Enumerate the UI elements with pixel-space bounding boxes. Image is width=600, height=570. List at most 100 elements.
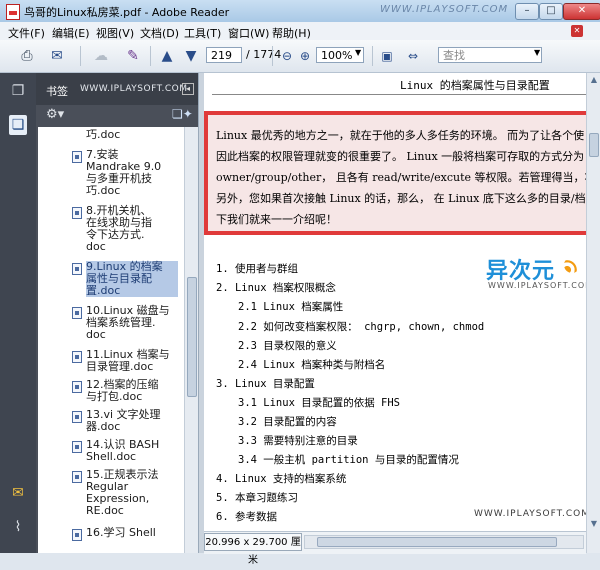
page-icon: [72, 151, 82, 163]
toolbar-separator: [150, 46, 151, 66]
page-icon: [72, 471, 82, 483]
toc-item: 3.2 目录配置的内容: [238, 416, 337, 428]
page-icon: [72, 529, 82, 541]
intro-callout: Linux 最优秀的地方之一，就在于他的多人多任务的环境。 而为了让各个使 因此…: [204, 111, 586, 235]
signal-icon: [564, 257, 580, 273]
search-input[interactable]: 查找: [438, 47, 542, 63]
pages-icon[interactable]: ❐: [9, 81, 27, 101]
fit-width-icon[interactable]: ⇔: [402, 45, 424, 67]
toc-item: 4. Linux 支持的档案系统: [216, 473, 347, 485]
page-icon: [72, 207, 82, 219]
toc-item: 3.4 一般主机 partition 与目录的配置情况: [238, 454, 459, 466]
menu-window[interactable]: 窗口(W): [228, 25, 269, 41]
bookmarks-icon[interactable]: ❏: [9, 115, 27, 135]
menu-help[interactable]: 帮助(H): [272, 25, 311, 41]
menu-tools[interactable]: 工具(T): [184, 25, 221, 41]
bookmark-label: 7.安装 Mandrake 9.0 与多重开机技 巧.doc: [86, 148, 162, 197]
search-dropdown-icon[interactable]: ▼: [534, 48, 540, 57]
email-icon[interactable]: ✉: [46, 45, 68, 67]
toc-item: 6. 参考数据: [216, 511, 277, 523]
bookmark-label: 12.档案的压缩 与打包.doc: [86, 378, 159, 403]
toolbar-separator: [272, 46, 273, 66]
sign-icon[interactable]: ✎: [122, 45, 144, 67]
new-bookmark-icon[interactable]: ❏✦: [172, 107, 193, 121]
toc-item: 5. 本章习题练习: [216, 492, 298, 504]
page-icon: [72, 381, 82, 393]
logo-url: WWW.IPLAYSOFT.COM: [488, 281, 586, 290]
bookmark-label: 8.开机关机、 在线求助与指 令下达方式. doc: [86, 204, 152, 253]
callout-line: 下我们就来一一介绍呢！: [216, 213, 337, 226]
previous-page-icon[interactable]: ▲: [156, 45, 178, 67]
window-title: 鸟哥的Linux私房菜.pdf - Adobe Reader: [24, 6, 230, 19]
title-bar: 鸟哥的Linux私房菜.pdf - Adobe Reader WWW.IPLAY…: [0, 0, 600, 23]
close-document-icon[interactable]: ✕: [571, 25, 583, 37]
bookmark-label: 10.Linux 磁盘与 档案系统管理. doc: [86, 304, 170, 341]
panel-options-icon[interactable]: ◂: [182, 83, 194, 95]
menu-edit[interactable]: 编辑(E): [52, 25, 90, 41]
bookmarks-scrollbar[interactable]: [184, 127, 199, 553]
scroll-down-icon[interactable]: ▼: [587, 517, 600, 531]
bookmarks-toolbar: ⚙▾ ❏✦: [36, 105, 198, 127]
iplaysoft-logo: 异次元 WWW.IPLAYSOFT.COM: [486, 253, 586, 295]
bookmarks-panel: 书签 WWW.IPLAYSOFT.COM ◂ ⚙▾ ❏✦ 巧.doc 7.安装 …: [36, 73, 199, 553]
toc-item: 2. Linux 档案权限概念: [216, 282, 336, 294]
callout-line: Linux 最优秀的地方之一，就在于他的多人多任务的环境。 而为了让各个使: [216, 129, 585, 142]
watermark-brand: WWW.IPLAYSOFT.COM: [474, 509, 586, 519]
attachments-icon[interactable]: ⌇: [9, 517, 27, 537]
callout-line: owner/group/other， 且各有 read/write/excute…: [216, 171, 586, 184]
document-scrollbar[interactable]: ▲ ▼: [586, 73, 600, 553]
scrollbar-thumb[interactable]: [187, 277, 197, 397]
toc-item: 2.1 Linux 档案属性: [238, 301, 344, 313]
scrollbar-thumb[interactable]: [589, 133, 599, 157]
scrollbar-thumb[interactable]: [317, 537, 557, 547]
toc-item: 3.1 Linux 目录配置的依据 FHS: [238, 397, 401, 409]
watermark-brand: WWW.IPLAYSOFT.COM: [80, 84, 188, 94]
bookmark-label: 13.vi 文字处理 器.doc: [86, 408, 161, 433]
menu-document[interactable]: 文档(D): [140, 25, 179, 41]
chevron-down-icon[interactable]: ▼: [355, 48, 361, 57]
page-icon: [72, 441, 82, 453]
menu-file[interactable]: 文件(F): [8, 25, 45, 41]
bookmark-label: 14.认识 BASH Shell.doc: [86, 438, 160, 463]
toc-item: 3. Linux 目录配置: [216, 378, 315, 390]
bookmark-label: 16.学习 Shell: [86, 526, 156, 539]
document-page: Linux 的档案属性与目录配置 Linux 最优秀的地方之一，就在于他的多人多…: [204, 73, 586, 531]
print-icon[interactable]: ⎙: [16, 45, 38, 67]
toc-item: 2.4 Linux 档案种类与附档名: [238, 359, 386, 371]
next-page-icon[interactable]: ▼: [180, 45, 202, 67]
header-rule: [212, 94, 586, 95]
page-icon: [72, 411, 82, 423]
toc-item: 1. 使用者与群组: [216, 263, 298, 275]
toc-item: 2.3 目录权限的意义: [238, 340, 337, 352]
toolbar-separator: [80, 46, 81, 66]
zoom-in-icon[interactable]: ⊕: [294, 45, 316, 67]
close-button[interactable]: ✕: [563, 3, 600, 20]
menu-bar: 文件(F) 编辑(E) 视图(V) 文档(D) 工具(T) 窗口(W) 帮助(H…: [0, 22, 600, 41]
callout-line: 因此档案的权限管理就变的很重要了。 Linux 一般将档案可存取的方式分为: [216, 150, 585, 163]
comment-icon: ☁: [94, 48, 108, 64]
running-header: Linux 的档案属性与目录配置: [400, 79, 550, 92]
toc-item: 3.3 需要特别注意的目录: [238, 435, 358, 447]
gear-icon[interactable]: ⚙▾: [46, 107, 64, 122]
scroll-up-icon[interactable]: ▲: [587, 73, 600, 87]
horizontal-scrollbar[interactable]: [304, 535, 584, 549]
bookmarks-title: 书签: [46, 85, 68, 98]
pdf-file-icon: [6, 4, 20, 20]
bookmark-label: 9.Linux 的档案 属性与目录配 置.doc: [86, 261, 178, 297]
watermark-brand: WWW.IPLAYSOFT.COM: [380, 4, 509, 15]
maximize-button[interactable]: □: [539, 3, 563, 20]
minimize-button[interactable]: –: [515, 3, 539, 20]
toc-item: 2.2 如何改变档案权限： chgrp, chown, chmod: [238, 321, 485, 333]
toolbar-separator: [372, 46, 373, 66]
menu-view[interactable]: 视图(V): [96, 25, 134, 41]
bookmarks-header: 书签 WWW.IPLAYSOFT.COM ◂: [36, 73, 198, 105]
fit-page-icon[interactable]: ▣: [376, 45, 398, 67]
page-icon: [72, 307, 82, 319]
callout-text: Linux 最优秀的地方之一，就在于他的多人多任务的环境。 而为了让各个使 因此…: [216, 125, 586, 230]
page-icon: [72, 351, 82, 363]
page-icon: [72, 263, 82, 275]
comments-icon[interactable]: ✉: [9, 483, 27, 503]
bookmark-label: 巧.doc: [86, 128, 121, 141]
page-number-input[interactable]: 219: [206, 47, 242, 63]
status-bar: 20.996 x 29.700 厘米: [204, 531, 586, 566]
